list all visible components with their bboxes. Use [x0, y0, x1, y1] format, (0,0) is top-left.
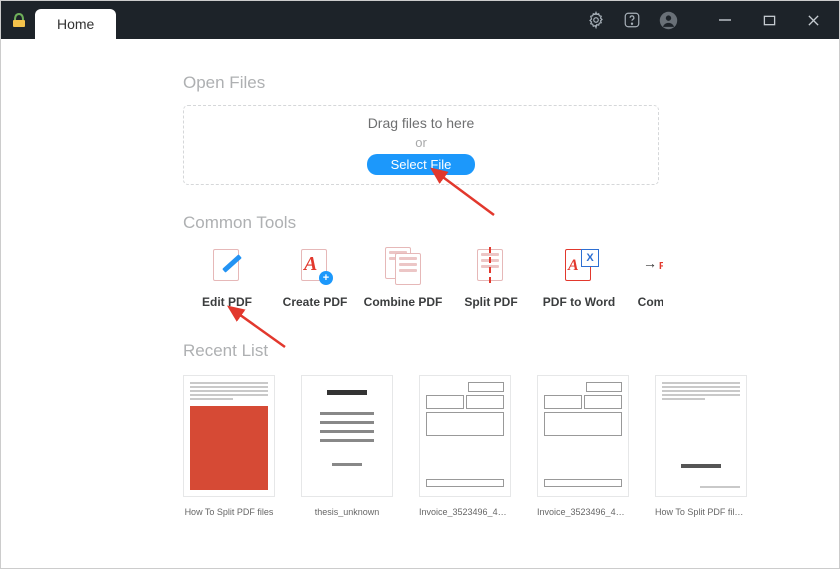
create-pdf-icon: A+: [295, 247, 335, 285]
main-content: Open Files Drag files to here or Select …: [1, 39, 839, 568]
drop-text: Drag files to here: [368, 115, 475, 131]
tool-split-pdf[interactable]: Split PDF: [447, 247, 535, 309]
maximize-button[interactable]: [751, 4, 787, 36]
split-pdf-icon: [471, 247, 511, 285]
account-icon[interactable]: [651, 4, 685, 36]
thumbnail: [183, 375, 275, 497]
app-window: Home Open Files Drag files to here o: [0, 0, 840, 569]
tool-label: Split PDF: [464, 295, 517, 309]
common-tools-list: Edit PDF A+ Create PDF Combine PDF: [183, 247, 663, 309]
tool-pdf-to-word[interactable]: A X PDF to Word: [535, 247, 623, 309]
thumbnail: [655, 375, 747, 497]
tool-combine-pdf[interactable]: Combine PDF: [359, 247, 447, 309]
tool-compress[interactable]: → ← PDF Compress: [623, 247, 663, 309]
recent-item[interactable]: How To Split PDF files_OCR: [655, 375, 747, 517]
common-tools-title: Common Tools: [183, 213, 839, 233]
tool-edit-pdf[interactable]: Edit PDF: [183, 247, 271, 309]
compress-icon: → ← PDF: [647, 247, 663, 285]
recent-item[interactable]: Invoice_3523496_4_2023 (2): [537, 375, 629, 517]
recent-label: How To Split PDF files_OCR: [655, 507, 747, 517]
help-icon[interactable]: [615, 4, 649, 36]
tool-label: PDF to Word: [543, 295, 615, 309]
minimize-button[interactable]: [707, 4, 743, 36]
thumbnail: [419, 375, 511, 497]
drop-zone[interactable]: Drag files to here or Select File: [183, 105, 659, 185]
recent-label: How To Split PDF files: [183, 507, 275, 517]
recent-list-title: Recent List: [183, 341, 839, 361]
app-logo-icon: [9, 10, 29, 30]
tool-create-pdf[interactable]: A+ Create PDF: [271, 247, 359, 309]
tool-label: Create PDF: [283, 295, 348, 309]
settings-icon[interactable]: [579, 4, 613, 36]
tool-label: Edit PDF: [202, 295, 252, 309]
pdf-to-word-icon: A X: [559, 247, 599, 285]
tool-label: Compress: [638, 295, 663, 309]
thumbnail: [537, 375, 629, 497]
drop-or: or: [415, 135, 427, 150]
recent-item[interactable]: Invoice_3523496_4_2023 (3): [419, 375, 511, 517]
tool-label: Combine PDF: [364, 295, 443, 309]
recent-item[interactable]: How To Split PDF files: [183, 375, 275, 517]
edit-pdf-icon: [207, 247, 247, 285]
recent-item[interactable]: thesis_unknown: [301, 375, 393, 517]
tab-home[interactable]: Home: [35, 9, 116, 39]
open-files-title: Open Files: [183, 73, 839, 93]
combine-pdf-icon: [383, 247, 423, 285]
recent-list: How To Split PDF files thesis_unknown: [183, 375, 839, 517]
recent-label: Invoice_3523496_4_2023 (3): [419, 507, 511, 517]
recent-label: thesis_unknown: [301, 507, 393, 517]
close-button[interactable]: [795, 4, 831, 36]
recent-label: Invoice_3523496_4_2023 (2): [537, 507, 629, 517]
thumbnail: [301, 375, 393, 497]
titlebar: Home: [1, 1, 839, 39]
select-file-button[interactable]: Select File: [367, 154, 476, 175]
